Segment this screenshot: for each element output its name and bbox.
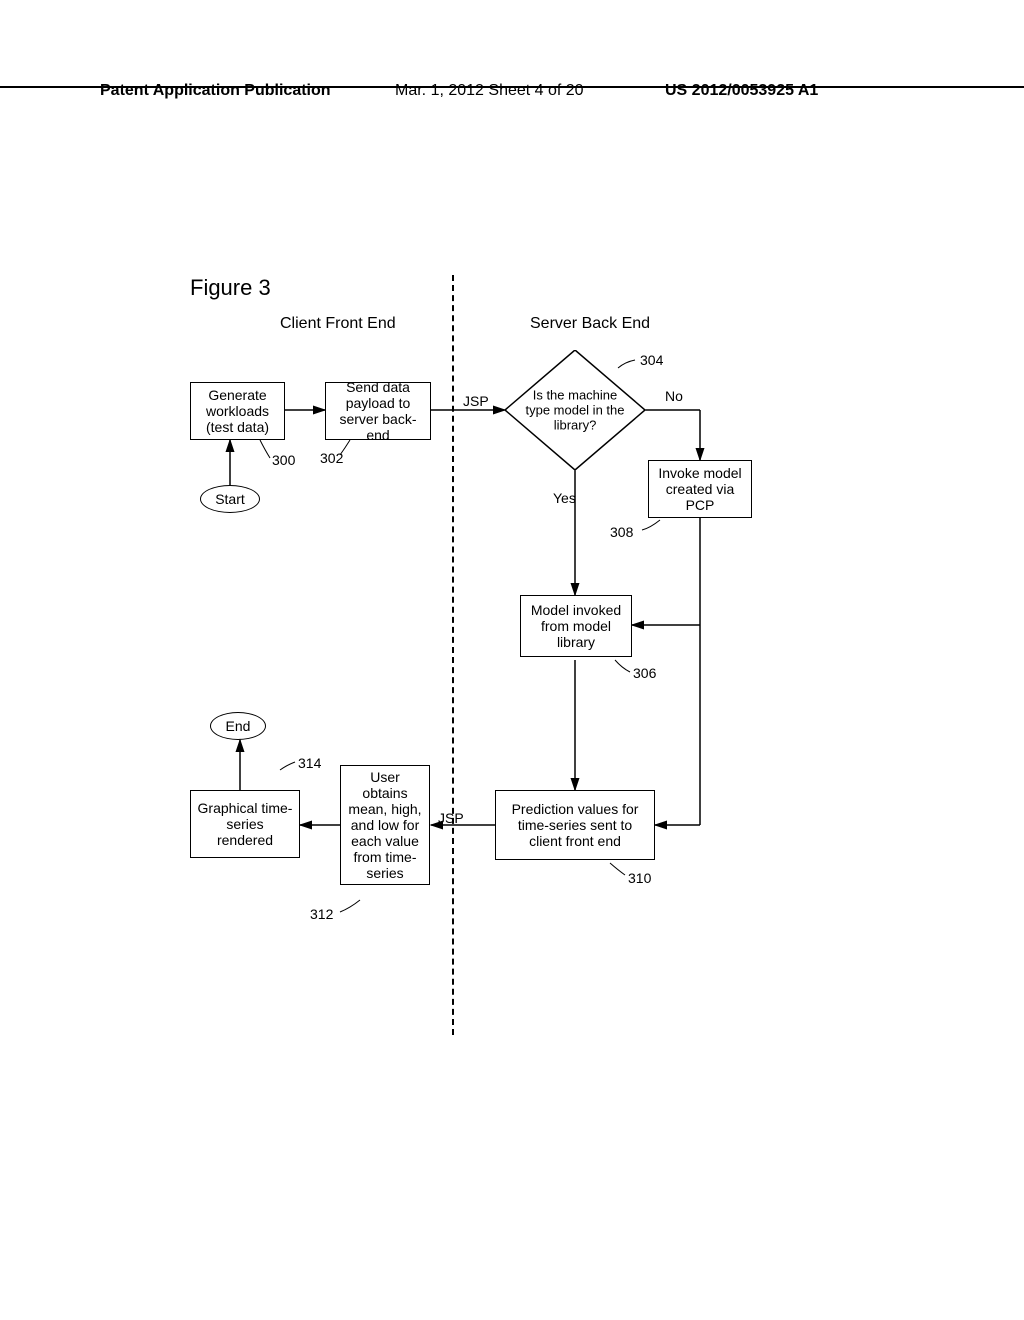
header-docnum: US 2012/0053925 A1 xyxy=(665,82,818,100)
swimlane-divider xyxy=(452,275,454,1035)
ref-314: 314 xyxy=(298,755,321,771)
server-section-label: Server Back End xyxy=(530,315,650,333)
ref-306: 306 xyxy=(633,665,656,681)
ref-300: 300 xyxy=(272,452,295,468)
box-306: Model invoked from model library xyxy=(520,595,632,657)
box-308: Invoke model created via PCP xyxy=(648,460,752,518)
jsp-label-1: JSP xyxy=(463,393,489,409)
box-310: Prediction values for time-series sent t… xyxy=(495,790,655,860)
jsp-label-2: JSP xyxy=(438,810,464,826)
no-label: No xyxy=(665,388,683,404)
client-section-label: Client Front End xyxy=(280,315,396,333)
box-312: User obtains mean, high, and low for eac… xyxy=(340,765,430,885)
end-label: End xyxy=(226,718,251,734)
end-terminator: End xyxy=(210,712,266,740)
box-300: Generate workloads (test data) xyxy=(190,382,285,440)
figure-label: Figure 3 xyxy=(190,275,271,301)
yes-label: Yes xyxy=(553,490,576,506)
header-publication: Patent Application Publication xyxy=(100,82,331,100)
page-header: Patent Application Publication Mar. 1, 2… xyxy=(0,82,1024,88)
ref-302: 302 xyxy=(320,450,343,466)
box-314: Graphical time-series rendered xyxy=(190,790,300,858)
box-302: Send data payload to server back-end xyxy=(325,382,431,440)
flowchart-connectors xyxy=(0,0,1024,1320)
ref-312: 312 xyxy=(310,906,333,922)
ref-308: 308 xyxy=(610,524,633,540)
start-terminator: Start xyxy=(200,485,260,513)
ref-310: 310 xyxy=(628,870,651,886)
header-date-sheet: Mar. 1, 2012 Sheet 4 of 20 xyxy=(395,82,584,100)
start-label: Start xyxy=(215,491,245,507)
ref-304: 304 xyxy=(640,352,663,368)
decision-304: Is the machine type model in the library… xyxy=(505,350,645,470)
